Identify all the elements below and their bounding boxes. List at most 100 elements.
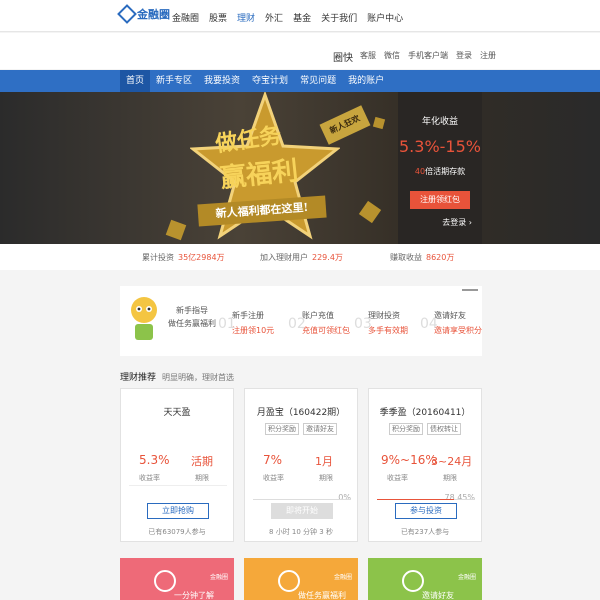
gold-cube-graphic	[358, 200, 382, 224]
link-login[interactable]: 登录	[456, 50, 472, 61]
register-red-packet-button[interactable]: 注册领红包	[410, 191, 470, 209]
product-rate: 9%~16%	[381, 453, 437, 467]
minimize-icon[interactable]	[462, 289, 478, 291]
product-term: 1月	[315, 455, 333, 468]
tile-text: 做任务赢福利	[298, 591, 346, 600]
product-name: 月盈宝（160422期）	[256, 408, 346, 418]
progress-percent: 0%	[338, 493, 351, 502]
sub-links: 客服 微信 手机客户端 登录 注册	[360, 50, 496, 61]
product-rate-label: 收益率	[387, 474, 408, 482]
stat-total-invest: 累计投资 35亿2984万	[142, 252, 225, 263]
handshake-icon	[402, 570, 424, 592]
product-term-label: 期限	[319, 474, 333, 482]
main-nav-invest[interactable]: 我要投资	[198, 70, 246, 92]
recommend-title: 理财推荐	[120, 373, 157, 383]
promo-sub: 40倍活期存款	[398, 166, 482, 177]
steps-intro: 新手指导 做任务赢福利	[168, 304, 216, 330]
product-rate-label: 收益率	[263, 474, 284, 482]
participants-count: 已有237人参与	[400, 528, 450, 536]
top-nav-item-funds[interactable]: 基金	[293, 11, 311, 24]
top-nav-item-account[interactable]: 账户中心	[367, 11, 403, 24]
stat-label: 加入理财用户	[260, 253, 308, 262]
invest-button[interactable]: 参与投资	[395, 503, 457, 519]
tile-label: 金融圈	[333, 574, 352, 581]
logo-icon	[117, 4, 137, 24]
promo-panel: 年化收益 5.3%-15% 40倍活期存款 注册领红包 去登录 ›	[398, 92, 482, 244]
product-tag: 债权转让	[427, 423, 461, 435]
top-nav-item-forex[interactable]: 外汇	[265, 11, 283, 24]
product-tag: 积分奖励	[389, 423, 423, 435]
stat-value: 8620万	[426, 253, 455, 262]
stat-label: 累计投资	[142, 253, 174, 262]
step-desc: 多手有效期	[368, 326, 408, 335]
link-service[interactable]: 客服	[360, 50, 376, 61]
promo-sub-text: 倍活期存款	[425, 167, 466, 176]
stat-value: 35亿2984万	[178, 253, 225, 262]
product-card-jijiying[interactable]: 季季盈（20160411） 积分奖励 债权转让 9%~16% 3~24月 收益率…	[368, 388, 482, 542]
hero-banner[interactable]: 做任务 赢福利 新人狂欢 新人福利都在这里!	[0, 92, 600, 244]
buy-now-button[interactable]: 立即抢购	[147, 503, 209, 519]
newbie-steps-panel: 新手指导 做任务赢福利 01 新手注册 注册领10元 02 账户充值 充值可领红…	[120, 286, 482, 356]
tile-invite[interactable]: 金融圈 邀请好友	[368, 558, 482, 600]
product-term: 3~24月	[431, 455, 473, 468]
product-term-label: 期限	[443, 474, 457, 482]
link-register[interactable]: 注册	[480, 50, 496, 61]
top-nav-item-stocks[interactable]: 股票	[209, 11, 227, 24]
step-number: 04	[420, 316, 438, 332]
sub-brand[interactable]: 圈快	[333, 49, 353, 64]
tile-quick-intro[interactable]: 金融圈 一分钟了解	[120, 558, 234, 600]
recommend-subtitle: 明显明确，理财首选	[162, 373, 235, 382]
step-invite[interactable]: 04 邀请好友 邀请享受积分	[420, 310, 482, 336]
go-login-link[interactable]: 去登录 ›	[398, 217, 482, 228]
product-card-tiantianying[interactable]: 天天盈 5.3% 活期 收益率 期限 立即抢购 已有63079人参与	[120, 388, 234, 542]
promo-label: 年化收益	[421, 117, 458, 127]
gold-cube-graphic	[165, 219, 187, 241]
stat-label: 赚取收益	[390, 253, 422, 262]
product-tags: 积分奖励 债权转让	[369, 423, 481, 435]
link-mobile-client[interactable]: 手机客户端	[408, 50, 448, 61]
progress-fill	[377, 499, 454, 500]
step-title: 新手注册	[232, 311, 264, 320]
stat-earnings: 赚取收益 8620万	[390, 252, 454, 263]
step-title: 邀请好友	[434, 311, 466, 320]
progress-percent: 78.45%	[444, 493, 475, 502]
tile-label: 金融圈	[457, 574, 476, 581]
main-nav-faq[interactable]: 常见问题	[294, 70, 342, 92]
step-title: 理财投资	[368, 311, 400, 320]
promo-rate: 5.3%-15%	[399, 137, 481, 156]
card-divider	[129, 485, 227, 486]
main-nav-home[interactable]: 首页	[120, 70, 151, 92]
step-title: 账户充值	[302, 311, 334, 320]
sub-bar: 圈快 客服 微信 手机客户端 登录 注册	[0, 33, 600, 69]
main-nav-treasure[interactable]: 夺宝计划	[246, 70, 294, 92]
step-register[interactable]: 01 新手注册 注册领10元	[218, 310, 275, 336]
main-nav-newbie[interactable]: 新手专区	[150, 70, 198, 92]
diamond-icon	[278, 570, 300, 592]
step-desc: 注册领10元	[232, 326, 275, 335]
stopwatch-icon	[154, 570, 176, 592]
product-tag: 邀请好友	[303, 423, 337, 435]
progress-bar	[253, 499, 351, 500]
step-recharge[interactable]: 02 账户充值 充值可领红包	[288, 310, 350, 336]
stat-users: 加入理财用户 229.4万	[260, 252, 343, 263]
main-nav: 首页 新手专区 我要投资 夺宝计划 常见问题 我的账户	[0, 70, 600, 92]
site-logo[interactable]: 金融圈	[117, 4, 170, 24]
product-rate: 5.3%	[139, 453, 170, 467]
tile-tasks[interactable]: 金融圈 做任务赢福利	[244, 558, 358, 600]
tile-text: 邀请好友	[422, 591, 454, 600]
main-nav-my-account[interactable]: 我的账户	[342, 70, 390, 92]
step-invest[interactable]: 03 理财投资 多手有效期	[354, 310, 408, 336]
top-nav-item-wealth[interactable]: 理财	[237, 11, 255, 24]
stat-value: 229.4万	[312, 253, 343, 262]
stats-bar: 累计投资 35亿2984万 加入理财用户 229.4万 赚取收益 8620万	[0, 244, 600, 270]
top-bar: 金融圈 金融圈 股票 理财 外汇 基金 关于我们 账户中心	[0, 0, 600, 32]
link-wechat[interactable]: 微信	[384, 50, 400, 61]
steps-intro-title: 新手指导	[176, 306, 208, 315]
participants-count: 已有63079人参与	[148, 528, 206, 536]
top-nav-item-about[interactable]: 关于我们	[321, 11, 357, 24]
product-card-yueyingbao[interactable]: 月盈宝（160422期） 积分奖励 邀请好友 7% 1月 收益率 期限 0% 即…	[244, 388, 358, 542]
step-number: 01	[218, 316, 236, 332]
coming-soon-button[interactable]: 即将开始	[271, 503, 333, 519]
top-nav-item-jinrongquan[interactable]: 金融圈	[172, 11, 199, 24]
product-term: 活期	[191, 455, 213, 468]
